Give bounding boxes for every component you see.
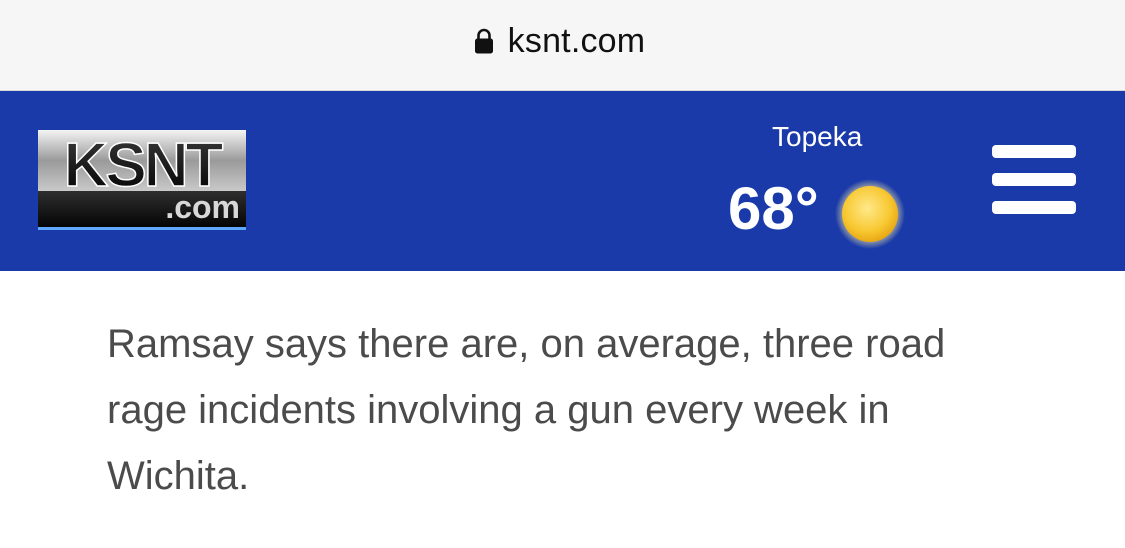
site-header: KSNT .com Topeka 68° bbox=[0, 91, 1125, 271]
url-text: ksnt.com bbox=[507, 21, 646, 60]
lock-icon bbox=[474, 28, 494, 54]
weather-temperature: 68° bbox=[728, 175, 819, 242]
article-paragraph: Ramsay says there are, on average, three… bbox=[107, 322, 946, 498]
browser-url-bar[interactable]: ksnt.com bbox=[0, 0, 1125, 91]
url-display[interactable]: ksnt.com bbox=[474, 22, 646, 61]
sun-icon bbox=[835, 179, 905, 249]
weather-city: Topeka bbox=[772, 121, 863, 152]
ksnt-logo[interactable]: KSNT .com bbox=[38, 130, 246, 232]
logo-sub-text: .com bbox=[165, 189, 240, 225]
hamburger-menu-icon[interactable] bbox=[992, 145, 1076, 215]
weather-widget[interactable]: Topeka 68° bbox=[728, 121, 908, 251]
